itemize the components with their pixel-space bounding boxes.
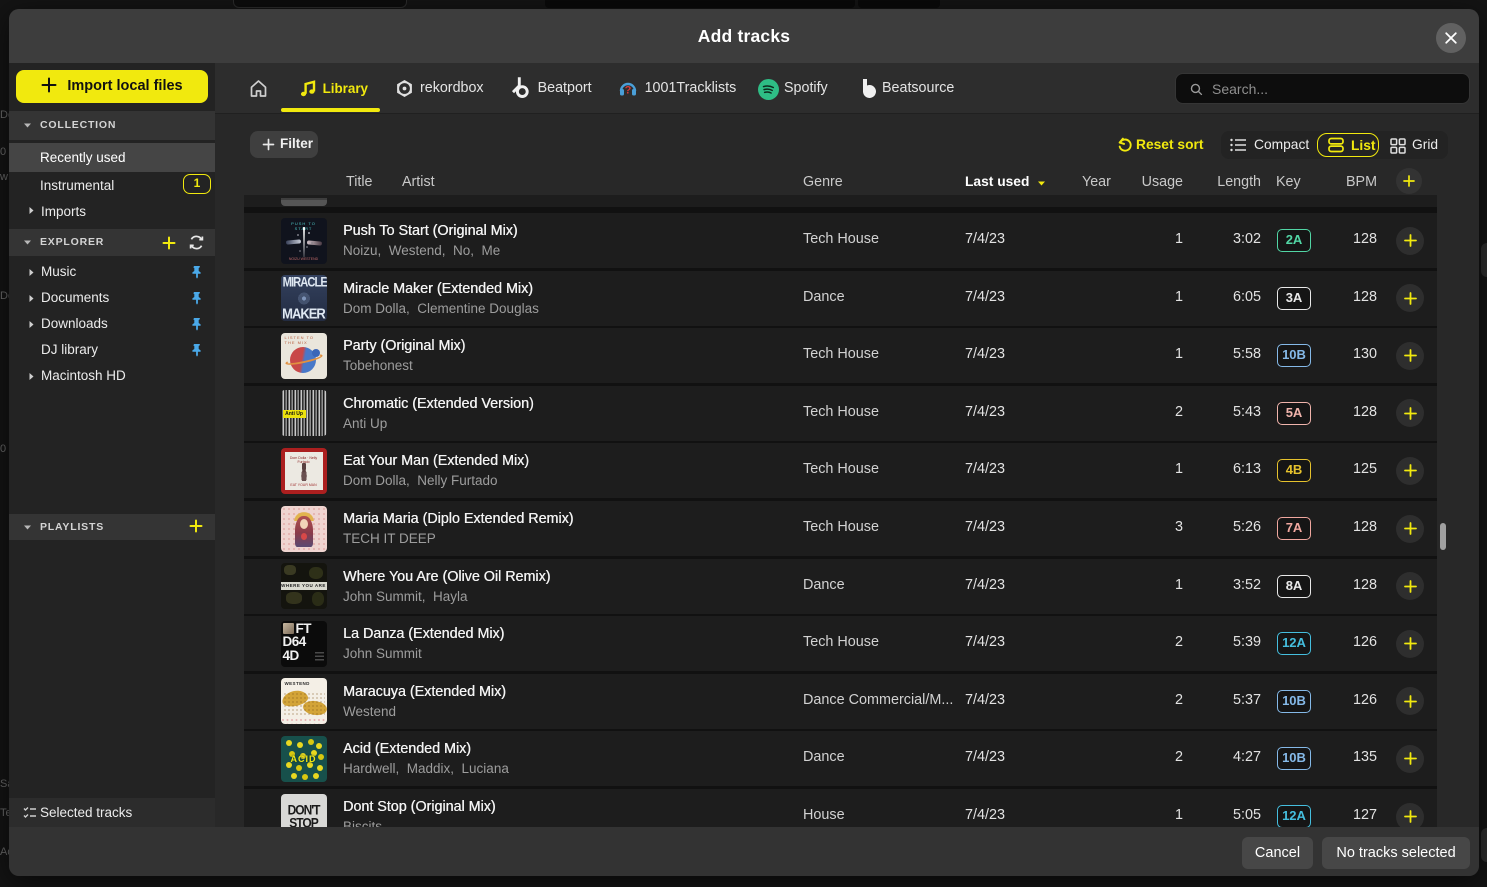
svg-text:?: ? — [625, 85, 632, 97]
